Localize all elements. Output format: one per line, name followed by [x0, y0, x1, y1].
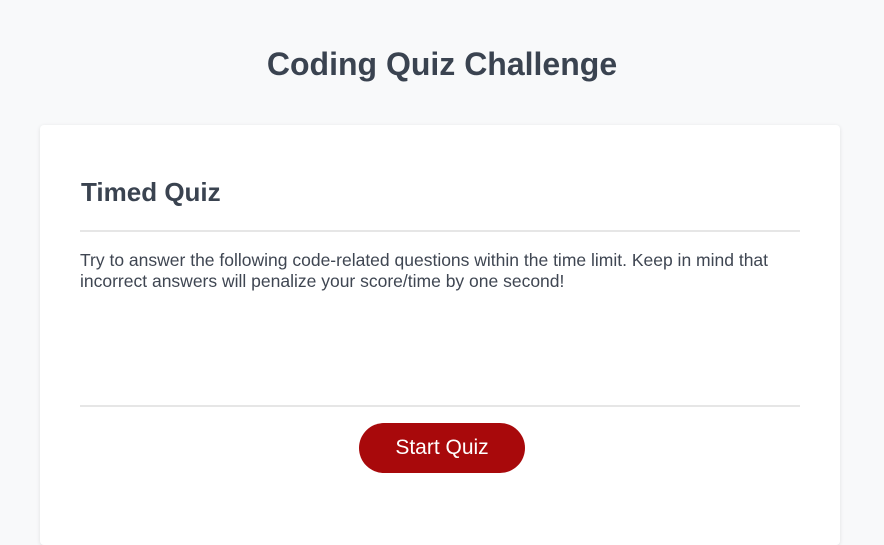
card-title: Timed Quiz — [81, 177, 221, 207]
quiz-card: Timed Quiz Try to answer the following c… — [40, 125, 840, 545]
card-description: Try to answer the following code-related… — [80, 250, 769, 291]
page-title: Coding Quiz Challenge — [266, 46, 618, 82]
card-divider-top — [80, 230, 800, 232]
start-quiz-button[interactable]: Start Quiz — [359, 423, 525, 473]
card-divider-bottom — [80, 405, 800, 407]
